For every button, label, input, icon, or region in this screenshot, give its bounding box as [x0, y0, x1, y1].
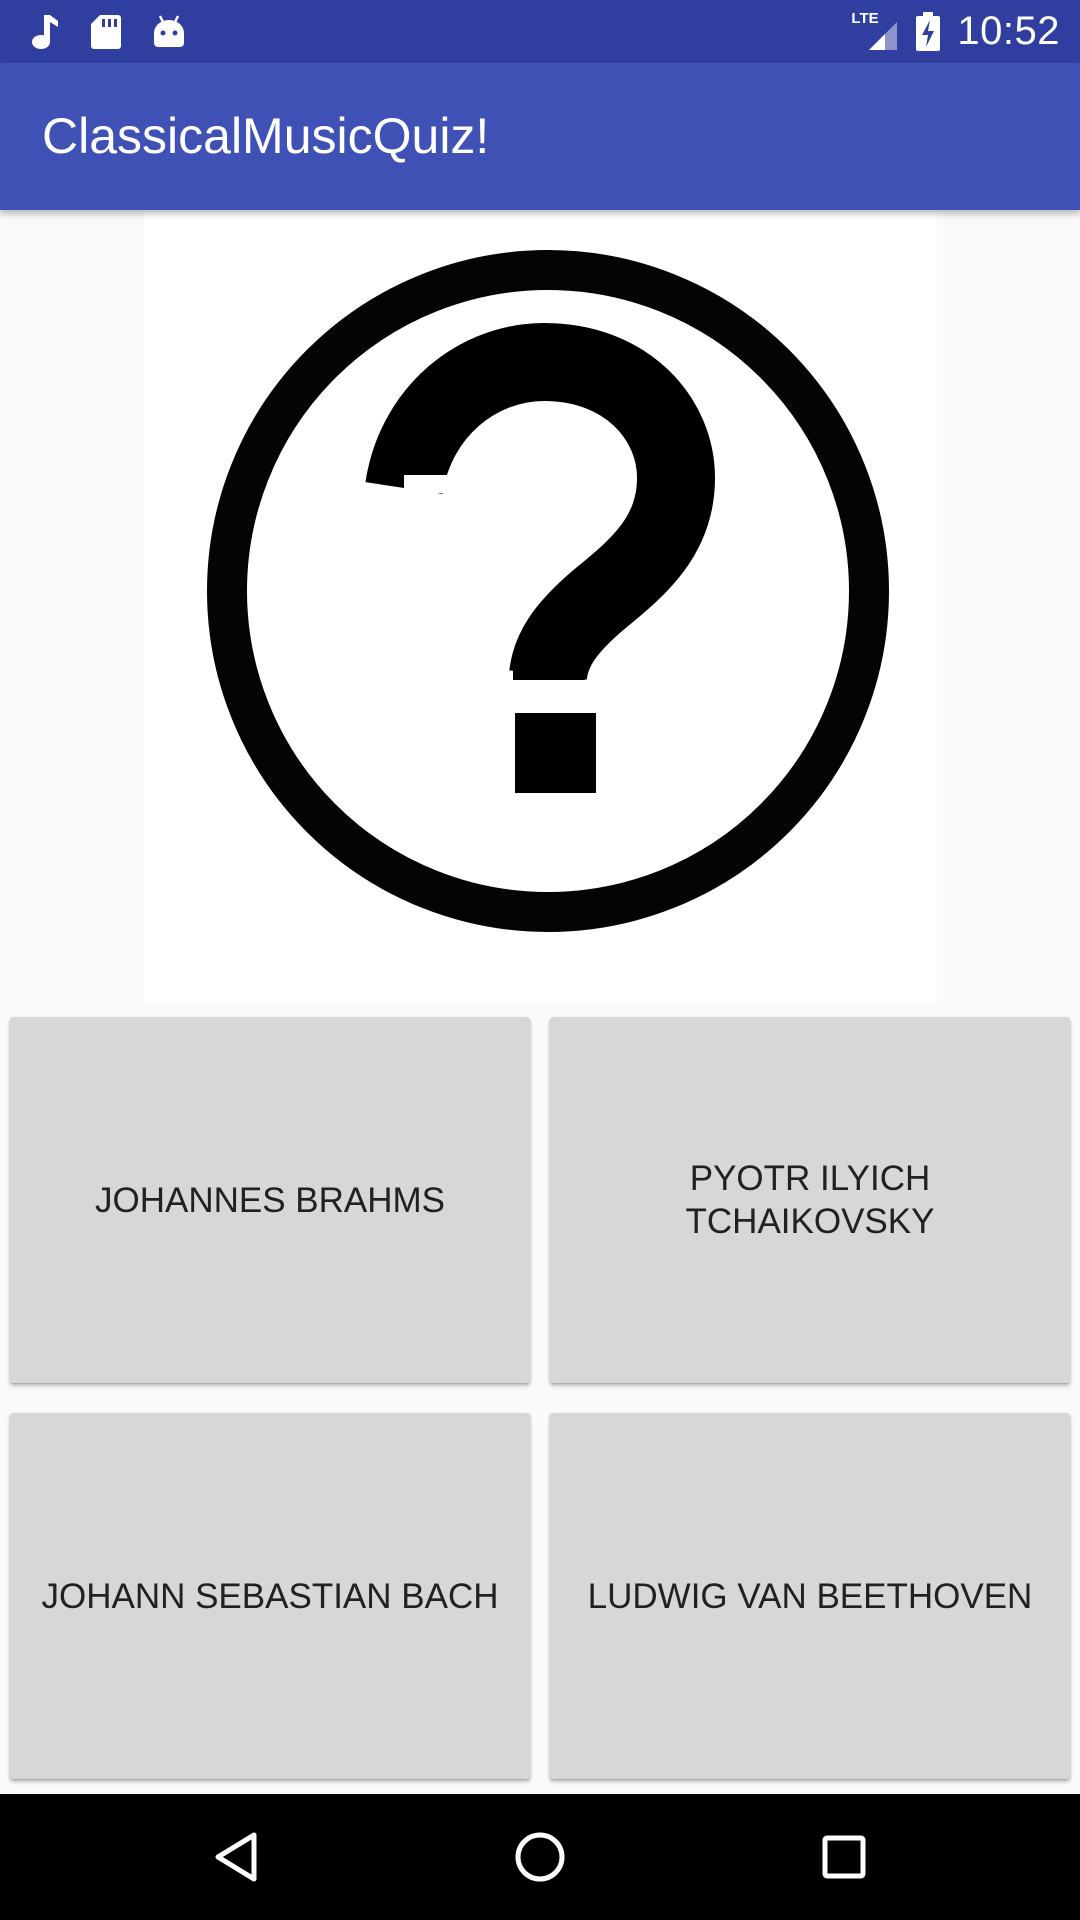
answer-button-4[interactable]: LUDWIG VAN BEETHOVEN: [550, 1413, 1070, 1779]
battery-charging-icon: [916, 11, 941, 51]
back-icon: [215, 1832, 257, 1882]
recents-button[interactable]: [764, 1794, 924, 1920]
android-icon: [154, 14, 184, 47]
status-bar: LTE 10:52: [0, 0, 1080, 63]
question-mark-circle-icon: [207, 250, 889, 932]
home-icon: [515, 1832, 565, 1882]
app-bar: ClassicalMusicQuiz!: [0, 63, 1080, 210]
back-button[interactable]: [156, 1794, 316, 1920]
quiz-image: [144, 210, 937, 1002]
music-note-icon: [32, 14, 58, 49]
notification-icons: [30, 0, 186, 63]
answer-button-1[interactable]: JOHANNES BRAHMS: [10, 1017, 530, 1383]
lte-signal-icon: LTE: [851, 10, 899, 52]
navigation-bar: [0, 1794, 1080, 1920]
app-title: ClassicalMusicQuiz!: [42, 108, 490, 164]
answer-button-3[interactable]: JOHANN SEBASTIAN BACH: [10, 1413, 530, 1779]
status-time: 10:52: [957, 9, 1060, 53]
answer-button-2[interactable]: PYOTR ILYICH TCHAIKOVSKY: [550, 1017, 1070, 1383]
recents-icon: [822, 1835, 866, 1879]
home-button[interactable]: [460, 1794, 620, 1920]
sd-card-icon: [91, 14, 121, 49]
system-status: LTE 10:52: [851, 0, 1060, 63]
